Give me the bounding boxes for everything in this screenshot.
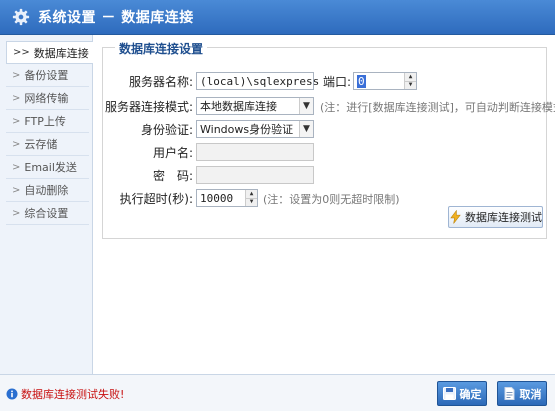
gear-icon: [12, 8, 30, 26]
port-value: 0: [357, 74, 366, 88]
sidebar-item-label: 数据库连接: [33, 46, 89, 60]
timeout-note: (注：设置为0则无超时限制): [263, 193, 400, 206]
ok-label: 确定: [459, 387, 482, 401]
chevron-right-icon: >: [12, 69, 21, 81]
username-input[interactable]: [196, 143, 314, 161]
timeout-stepper[interactable]: 10000 ▲ ▼: [196, 189, 258, 207]
spin-up-icon[interactable]: ▲: [246, 190, 257, 198]
sidebar-item-cloud-storage[interactable]: > 云存储: [6, 133, 89, 156]
spin-up-icon[interactable]: ▲: [405, 73, 416, 81]
sidebar-item-ftp-upload[interactable]: > FTP上传: [6, 110, 89, 133]
status-text: 数据库连接测试失败!: [21, 388, 125, 401]
test-connection-label: 数据库连接测试: [465, 211, 542, 224]
sidebar-item-label: 云存储: [24, 138, 58, 151]
chevron-right-icon: >: [12, 115, 21, 127]
port-label: 端口:: [323, 74, 352, 89]
sidebar-item-label: Email发送: [24, 161, 77, 174]
chevron-down-icon: ▼: [299, 121, 313, 137]
password-label: 密 码:: [152, 168, 193, 183]
server-name-label: 服务器名称:: [128, 74, 193, 89]
connection-mode-label: 服务器连接模式:: [104, 99, 193, 114]
timeout-value: 10000: [200, 191, 234, 205]
password-input[interactable]: [196, 166, 314, 184]
sidebar-item-network-transfer[interactable]: > 网络传输: [6, 87, 89, 110]
chevron-right-icon: >: [12, 207, 21, 219]
group-title: 数据库连接设置: [115, 40, 208, 57]
sidebar-item-label: 备份设置: [24, 69, 69, 82]
sidebar-item-label: FTP上传: [24, 115, 66, 128]
connection-mode-note: (注：进行[数据库连接测试]，可自动判断连接模式): [320, 101, 555, 114]
lightning-icon: [450, 210, 461, 224]
disk-icon: [442, 387, 456, 400]
status-message: 数据库连接测试失败!: [6, 386, 124, 402]
port-spin-buttons[interactable]: ▲ ▼: [404, 73, 416, 89]
chevron-right-icon: >: [12, 138, 21, 150]
sidebar-item-email-send[interactable]: > Email发送: [6, 156, 89, 179]
sidebar-item-label: 综合设置: [24, 207, 69, 220]
cancel-button[interactable]: 取消: [497, 381, 547, 406]
auth-label: 身份验证:: [140, 122, 193, 137]
test-connection-button[interactable]: 数据库连接测试: [448, 206, 543, 228]
spin-down-icon[interactable]: ▼: [405, 80, 416, 89]
document-icon: [504, 387, 514, 400]
sidebar: >> 数据库连接 > 备份设置 > 网络传输 > FTP上传 > 云存储 > E…: [0, 35, 93, 374]
sidebar-item-general-settings[interactable]: > 综合设置: [6, 202, 89, 225]
connection-mode-select[interactable]: 本地数据库连接 ▼: [196, 97, 314, 115]
timeout-label: 执行超时(秒):: [119, 191, 193, 206]
chevron-right-icon: >: [12, 161, 21, 173]
window-title: 系统设置 － 数据库连接: [38, 10, 194, 26]
chevron-down-icon: ▼: [299, 98, 313, 114]
main-panel: 数据库连接设置 服务器名称: (local)\sqlexpress 端口: 0 …: [94, 35, 555, 374]
auth-select[interactable]: Windows身份验证 ▼: [196, 120, 314, 138]
port-stepper[interactable]: 0 ▲ ▼: [353, 72, 417, 90]
cancel-label: 取消: [519, 387, 542, 401]
chevron-right-icon: >: [12, 92, 21, 104]
ok-button[interactable]: 确定: [437, 381, 487, 406]
spin-down-icon[interactable]: ▼: [246, 197, 257, 206]
auth-value: Windows身份验证: [200, 123, 294, 136]
sidebar-item-label: 网络传输: [24, 92, 69, 105]
sidebar-item-backup-settings[interactable]: > 备份设置: [6, 64, 89, 87]
username-label: 用户名:: [152, 145, 193, 160]
double-chevron-right-icon: >>: [13, 47, 30, 58]
sidebar-item-database-connection[interactable]: >> 数据库连接: [6, 41, 93, 64]
footer-bar: 数据库连接测试失败! 确定 取消: [0, 374, 555, 411]
connection-mode-value: 本地数据库连接: [200, 100, 277, 113]
server-name-value: (local)\sqlexpress: [200, 74, 320, 88]
timeout-spin-buttons[interactable]: ▲ ▼: [245, 190, 257, 206]
sidebar-item-label: 自动删除: [24, 184, 69, 197]
sidebar-item-auto-delete[interactable]: > 自动删除: [6, 179, 89, 202]
info-icon: [6, 388, 18, 400]
title-bar: 系统设置 － 数据库连接: [0, 0, 555, 35]
chevron-right-icon: >: [12, 184, 21, 196]
server-name-input[interactable]: (local)\sqlexpress: [196, 72, 319, 90]
